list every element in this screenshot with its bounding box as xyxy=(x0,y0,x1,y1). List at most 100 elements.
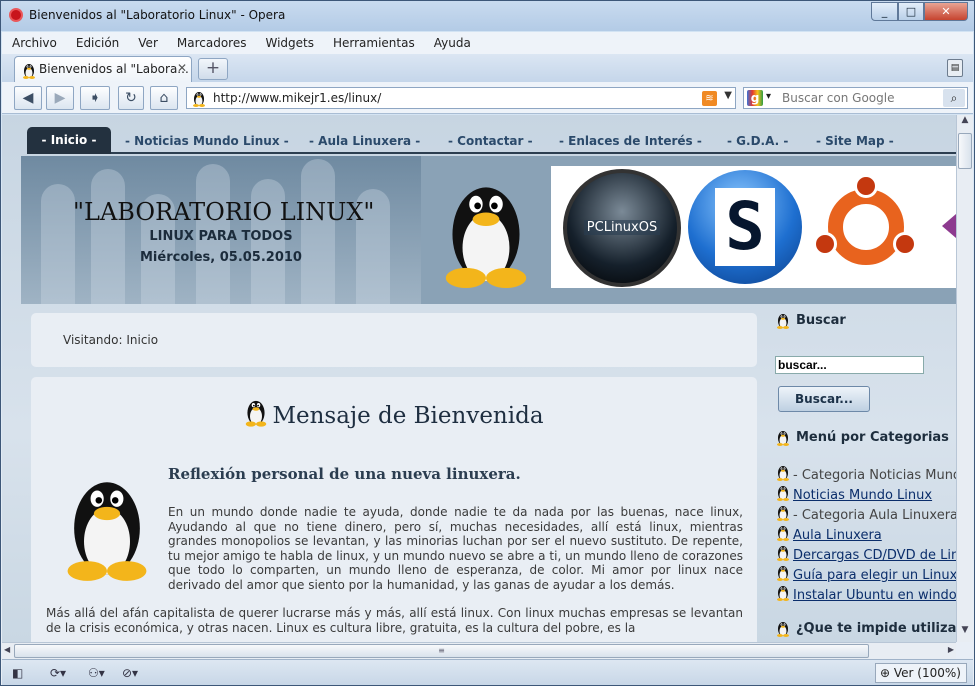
tux-icon xyxy=(776,564,790,581)
google-icon[interactable]: g xyxy=(747,90,763,106)
main-content: Mensaje de Bienvenida Reflexión personal… xyxy=(31,377,757,642)
sidebar-search-input[interactable] xyxy=(775,356,924,374)
block-icon[interactable]: ⊘▾ xyxy=(122,664,138,682)
nav-tab-sitemap[interactable]: - Site Map - xyxy=(816,134,894,148)
scroll-down-icon[interactable]: ▼ xyxy=(957,625,973,642)
menu-bar: Archivo Edición Ver Marcadores Widgets H… xyxy=(2,32,973,54)
trash-icon[interactable]: ▤ xyxy=(947,59,963,77)
menu-ver[interactable]: Ver xyxy=(138,36,158,50)
tab-active[interactable]: Bienvenidos al "Labora... ✕ xyxy=(14,56,192,82)
zoom-icon: ⊕ xyxy=(880,666,894,680)
category-link-text[interactable]: Noticias Mundo Linux xyxy=(793,488,932,503)
sidebar: Buscar Buscar... Menú por Categorias - C… xyxy=(772,310,956,642)
category-link[interactable]: Guía para elegir un Linux xyxy=(776,564,956,583)
sync-icon[interactable]: ⟳▾ xyxy=(50,664,66,682)
sidebar-search-button[interactable]: Buscar... xyxy=(778,386,870,412)
new-tab-button[interactable]: + xyxy=(198,58,228,80)
distro-logos: PCLinuxOS S xyxy=(551,166,956,288)
back-button[interactable]: ◀ xyxy=(14,86,42,110)
pclinuxos-label: PCLinuxOS xyxy=(583,220,661,235)
category-link-text[interactable]: Guía para elegir un Linux xyxy=(793,568,956,583)
search-placeholder: Buscar con Google xyxy=(782,91,895,105)
categories-heading-text: Menú por Categorias xyxy=(796,430,949,445)
scroll-up-icon[interactable]: ▲ xyxy=(957,115,973,132)
category-link[interactable]: Instalar Ubuntu en windov xyxy=(776,584,956,603)
menu-edicion[interactable]: Edición xyxy=(76,36,119,50)
category-item: - Categoria Aula Linuxera xyxy=(776,504,956,523)
zoom-control[interactable]: ⊕ Ver (100%) xyxy=(875,663,967,683)
menu-ayuda[interactable]: Ayuda xyxy=(434,36,471,50)
pclinuxos-logo: PCLinuxOS xyxy=(563,169,681,287)
minimize-button[interactable]: _ xyxy=(871,2,898,21)
network-icon[interactable]: ⚇▾ xyxy=(88,664,105,682)
close-button[interactable]: ✕ xyxy=(924,2,968,21)
menu-marcadores[interactable]: Marcadores xyxy=(177,36,247,50)
nav-tab-gda[interactable]: - G.D.A. - xyxy=(727,134,788,148)
nav-tab-inicio[interactable]: - Inicio - xyxy=(27,127,111,154)
nav-tab-enlaces[interactable]: - Enlaces de Interés - xyxy=(559,134,702,148)
slackware-logo: S xyxy=(688,170,802,284)
paragraph-1: En un mundo donde nadie te ayuda, donde … xyxy=(168,505,743,592)
category-link[interactable]: Aula Linuxera xyxy=(776,524,882,543)
tab-label: Bienvenidos al "Labora... xyxy=(39,62,189,76)
reload-button[interactable]: ↻ xyxy=(118,86,144,110)
tux-icon xyxy=(244,397,268,427)
search-heading: Buscar xyxy=(776,312,846,329)
window-title: Bienvenidos al "Laboratorio Linux" - Ope… xyxy=(29,8,286,22)
nav-tab-contactar[interactable]: - Contactar - xyxy=(448,134,533,148)
tux-icon xyxy=(22,62,36,79)
search-box[interactable]: g ▾ Buscar con Google ⌕ xyxy=(743,87,968,109)
menu-herramientas[interactable]: Herramientas xyxy=(333,36,415,50)
nav-tab-aula[interactable]: - Aula Linuxera - xyxy=(309,134,420,148)
scroll-right-icon[interactable]: ▶ xyxy=(948,645,954,654)
panel-toggle-icon[interactable]: ◧ xyxy=(12,664,23,682)
category-link[interactable]: Dercargas CD/DVD de Linu xyxy=(776,544,956,563)
scroll-thumb[interactable]: ≡ xyxy=(14,644,869,658)
category-link[interactable]: Noticias Mundo Linux xyxy=(776,484,932,503)
horizontal-scrollbar[interactable]: ◀ ≡ ▶ xyxy=(2,642,956,659)
category-link-text[interactable]: Aula Linuxera xyxy=(793,528,882,543)
chevron-down-icon[interactable]: ▾ xyxy=(766,91,771,102)
search-go-icon[interactable]: ⌕ xyxy=(943,89,965,107)
home-button[interactable]: ⌂ xyxy=(150,86,178,110)
tux-icon xyxy=(192,90,206,107)
category-label: - Categoria Aula Linuxera xyxy=(793,508,956,523)
welcome-heading: Mensaje de Bienvenida xyxy=(31,397,757,429)
tux-icon xyxy=(776,484,790,501)
menu-archivo[interactable]: Archivo xyxy=(12,36,57,50)
maximize-button[interactable]: □ xyxy=(898,2,924,21)
title-bar: Bienvenidos al "Laboratorio Linux" - Ope… xyxy=(1,1,974,31)
paragraph-2: Más allá del afán capitalista de querer … xyxy=(46,606,743,635)
address-bar[interactable]: http://www.mikejr1.es/linux/ ≋ ▼ xyxy=(186,87,736,109)
scroll-thumb[interactable] xyxy=(958,133,972,169)
category-link-text[interactable]: Dercargas CD/DVD de Linu xyxy=(793,548,956,563)
tux-icon xyxy=(776,584,790,601)
question-heading-text: ¿Que te impide utiliza xyxy=(796,621,956,636)
tux-icon xyxy=(776,524,790,541)
welcome-title-text: Mensaje de Bienvenida xyxy=(272,403,544,429)
category-link-text[interactable]: Instalar Ubuntu en windov xyxy=(793,588,956,603)
header-title: "LABORATORIO LINUX" xyxy=(73,198,375,226)
rss-icon[interactable]: ≋ xyxy=(702,91,717,106)
tux-icon xyxy=(776,544,790,561)
nav-tab-noticias[interactable]: - Noticias Mundo Linux - xyxy=(125,134,289,148)
status-bar: ◧ ⟳▾ ⚇▾ ⊘▾ ⊕ Ver (100%) xyxy=(2,659,973,685)
vertical-scrollbar[interactable]: ▲ ▼ xyxy=(956,115,973,642)
article-title: Reflexión personal de una nueva linuxera… xyxy=(168,465,521,483)
tab-close-icon[interactable]: ✕ xyxy=(177,61,187,75)
fast-forward-button[interactable]: ➧ xyxy=(80,86,110,110)
article-body: En un mundo donde nadie te ayuda, donde … xyxy=(46,505,743,635)
tab-bar: Bienvenidos al "Labora... ✕ + ▤ xyxy=(2,54,973,82)
url-text: http://www.mikejr1.es/linux/ xyxy=(213,91,382,105)
navigation-bar: ◀ ▶ ➧ ↻ ⌂ http://www.mikejr1.es/linux/ ≋… xyxy=(2,82,973,114)
header-banner: "LABORATORIO LINUX" LINUX PARA TODOS Mié… xyxy=(21,156,421,304)
arrow-icon xyxy=(942,214,956,238)
menu-widgets[interactable]: Widgets xyxy=(265,36,314,50)
header-subtitle: LINUX PARA TODOS xyxy=(149,229,293,244)
scroll-left-icon[interactable]: ◀ xyxy=(4,645,10,654)
zoom-label: Ver (100%) xyxy=(893,666,961,680)
site-nav: - Inicio - - Noticias Mundo Linux - - Au… xyxy=(27,127,956,154)
ubuntu-logo xyxy=(813,174,919,280)
forward-button[interactable]: ▶ xyxy=(46,86,74,110)
chevron-down-icon[interactable]: ▼ xyxy=(724,90,732,101)
